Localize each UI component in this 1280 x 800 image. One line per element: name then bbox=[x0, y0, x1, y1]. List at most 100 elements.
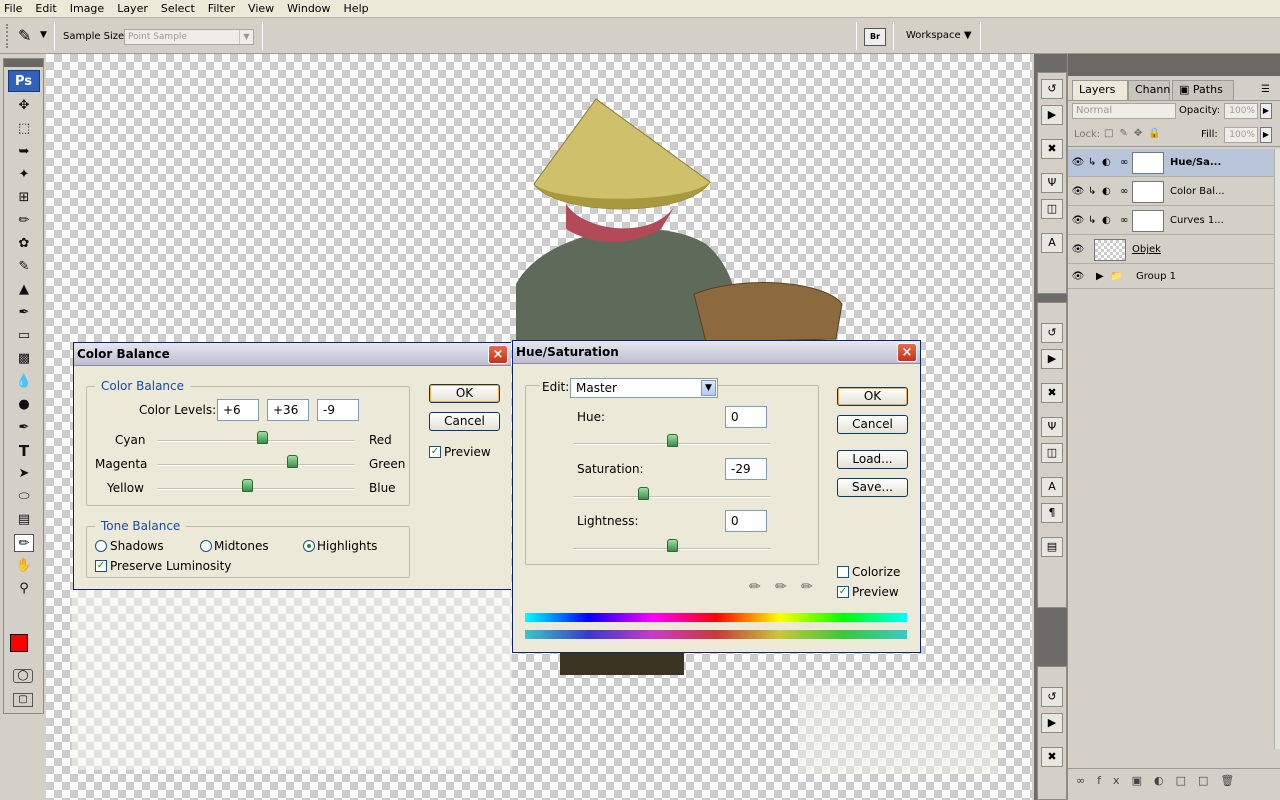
adjustment-layer-icon[interactable]: ◐ bbox=[1154, 774, 1176, 787]
toolbox-grip[interactable] bbox=[4, 59, 43, 67]
bridge-icon[interactable]: Br bbox=[864, 28, 886, 46]
pen-tool-icon[interactable]: ✒ bbox=[14, 419, 34, 437]
layers-scrollbar[interactable] bbox=[1274, 149, 1280, 749]
clone-source-icon[interactable]: ◫ bbox=[1041, 199, 1063, 219]
tool-preset-chevron-icon[interactable]: ▼ bbox=[40, 30, 47, 40]
load-button[interactable]: Load... bbox=[837, 450, 908, 469]
move-tool-icon[interactable]: ✥ bbox=[14, 97, 34, 115]
options-grip[interactable] bbox=[6, 24, 12, 48]
menu-help[interactable]: Help bbox=[344, 2, 369, 15]
eye-icon[interactable]: 👁 bbox=[1068, 157, 1088, 168]
fx-icon[interactable]: fx bbox=[1097, 774, 1131, 787]
history-panel-icon-3[interactable]: ↺ bbox=[1041, 687, 1063, 707]
menu-select[interactable]: Select bbox=[161, 2, 195, 15]
eyedropper-plus-icon[interactable]: ✏ bbox=[775, 579, 787, 595]
crop-tool-icon[interactable]: ⊞ bbox=[14, 189, 34, 207]
menu-edit[interactable]: Edit bbox=[35, 2, 56, 15]
blur-tool-icon[interactable]: 💧 bbox=[14, 373, 34, 391]
lock-icons[interactable]: □✎✥🔒 bbox=[1104, 128, 1167, 139]
path-selection-tool-icon[interactable]: ➤ bbox=[14, 465, 34, 483]
eye-icon[interactable]: 👁 bbox=[1068, 244, 1088, 255]
blend-mode-select[interactable]: Normal bbox=[1072, 103, 1176, 119]
sample-size-select[interactable]: Point Sample ▼ bbox=[124, 29, 254, 45]
layer-row[interactable]: 👁 ↳ ◐ ∞ Curves 1... bbox=[1068, 207, 1274, 235]
menu-layer[interactable]: Layer bbox=[117, 2, 148, 15]
eyedropper-tool-icon[interactable]: ✏ bbox=[14, 212, 34, 230]
clone-source-icon-2[interactable]: ◫ bbox=[1041, 443, 1063, 463]
shape-tool-icon[interactable]: ⬭ bbox=[14, 488, 34, 506]
level-input-1[interactable]: +6 bbox=[217, 399, 259, 421]
add-mask-icon[interactable]: ▣ bbox=[1132, 774, 1154, 787]
expand-arrow-icon[interactable]: ▶ bbox=[1096, 271, 1110, 282]
tab-paths[interactable]: ▣ Paths bbox=[1172, 80, 1234, 100]
eyedropper-icon[interactable]: ✎ bbox=[18, 26, 31, 45]
history-panel-icon-2[interactable]: ↺ bbox=[1041, 323, 1063, 343]
menu-image[interactable]: Image bbox=[70, 2, 104, 15]
magenta-green-track[interactable] bbox=[157, 464, 355, 466]
brushes-panel-icon[interactable]: Ψ bbox=[1041, 173, 1063, 193]
actions-panel-icon-2[interactable]: ▶ bbox=[1041, 349, 1063, 369]
yellow-blue-track[interactable] bbox=[157, 488, 355, 490]
hue-input[interactable]: 0 bbox=[725, 406, 767, 428]
eyedropper-minus-icon[interactable]: ✏ bbox=[801, 579, 813, 595]
saturation-input[interactable]: -29 bbox=[725, 458, 767, 480]
eyedropper-icon[interactable]: ✏ bbox=[749, 579, 761, 595]
preview-checkbox[interactable]: ✓ bbox=[429, 446, 441, 458]
history-brush-tool-icon[interactable]: ✒ bbox=[14, 304, 34, 322]
cyan-red-slider[interactable] bbox=[256, 431, 268, 444]
tool-presets-icon-2[interactable]: ✖ bbox=[1041, 383, 1063, 403]
layer-row[interactable]: 👁 Objek bbox=[1068, 236, 1274, 264]
marquee-tool-icon[interactable]: ⬚ bbox=[14, 120, 34, 138]
hand-tool-icon[interactable]: ✋ bbox=[14, 557, 34, 575]
panel-grip[interactable] bbox=[1068, 54, 1280, 76]
healing-brush-tool-icon[interactable]: ✿ bbox=[14, 235, 34, 253]
magenta-green-slider[interactable] bbox=[286, 455, 298, 468]
lightness-slider[interactable] bbox=[667, 539, 678, 552]
level-input-3[interactable]: -9 bbox=[317, 399, 359, 421]
fill-input[interactable]: 100% bbox=[1224, 127, 1258, 143]
notes-panel-icon[interactable]: ▤ bbox=[1041, 537, 1063, 557]
lasso-tool-icon[interactable]: ➥ bbox=[14, 143, 34, 161]
colorize-checkbox[interactable] bbox=[837, 566, 849, 578]
brushes-panel-icon-2[interactable]: Ψ bbox=[1041, 417, 1063, 437]
cancel-button[interactable]: Cancel bbox=[837, 415, 908, 434]
menu-window[interactable]: Window bbox=[287, 2, 330, 15]
highlights-radio[interactable] bbox=[303, 540, 315, 552]
eye-icon[interactable]: 👁 bbox=[1068, 215, 1088, 226]
screen-mode-icon[interactable]: ▢ bbox=[13, 693, 33, 707]
menu-view[interactable]: View bbox=[248, 2, 274, 15]
link-layers-icon[interactable]: ∞ bbox=[1076, 774, 1097, 787]
eye-icon[interactable]: 👁 bbox=[1068, 271, 1088, 282]
zoom-tool-icon[interactable]: ⚲ bbox=[14, 580, 34, 598]
shadows-radio[interactable] bbox=[95, 540, 107, 552]
tab-channels[interactable]: Chann bbox=[1128, 80, 1170, 100]
brush-tool-icon[interactable]: ✎ bbox=[14, 258, 34, 276]
quick-mask-icon[interactable]: ◯ bbox=[13, 669, 33, 683]
gradient-tool-icon[interactable]: ▩ bbox=[14, 350, 34, 368]
actions-panel-icon-3[interactable]: ▶ bbox=[1041, 713, 1063, 733]
saturation-track[interactable] bbox=[573, 496, 771, 498]
eyedropper-tool-active-icon[interactable]: ✏ bbox=[14, 534, 34, 552]
delete-layer-icon[interactable]: 🗑 bbox=[1220, 774, 1246, 787]
paragraph-panel-icon[interactable]: ¶ bbox=[1041, 503, 1063, 523]
yellow-blue-slider[interactable] bbox=[242, 479, 254, 492]
tool-presets-icon-3[interactable]: ✖ bbox=[1041, 747, 1063, 767]
tab-layers[interactable]: Layers × bbox=[1072, 80, 1128, 114]
notes-tool-icon[interactable]: ▤ bbox=[14, 511, 34, 529]
new-layer-icon[interactable]: □ bbox=[1198, 774, 1220, 787]
preview-checkbox[interactable]: ✓ bbox=[837, 586, 849, 598]
opacity-input[interactable]: 100% bbox=[1224, 103, 1258, 119]
layer-row[interactable]: 👁 ↳ ◐ ∞ Color Bal... bbox=[1068, 178, 1274, 206]
clone-stamp-tool-icon[interactable]: ▲ bbox=[14, 281, 34, 299]
menu-file[interactable]: File bbox=[4, 2, 22, 15]
type-tool-icon[interactable]: T bbox=[14, 442, 34, 460]
preserve-luminosity-checkbox[interactable]: ✓ bbox=[95, 560, 107, 572]
level-input-2[interactable]: +36 bbox=[267, 399, 309, 421]
eraser-tool-icon[interactable]: ▭ bbox=[14, 327, 34, 345]
layer-row[interactable]: 👁 ▶ 📁 Group 1 bbox=[1068, 265, 1274, 289]
magic-wand-tool-icon[interactable]: ✦ bbox=[14, 166, 34, 184]
workspace-button[interactable]: Workspace ▼ bbox=[906, 30, 972, 41]
ok-button[interactable]: OK bbox=[429, 384, 500, 403]
fill-arrow-icon[interactable]: ▶ bbox=[1260, 127, 1272, 143]
foreground-color-swatch[interactable] bbox=[10, 634, 28, 652]
